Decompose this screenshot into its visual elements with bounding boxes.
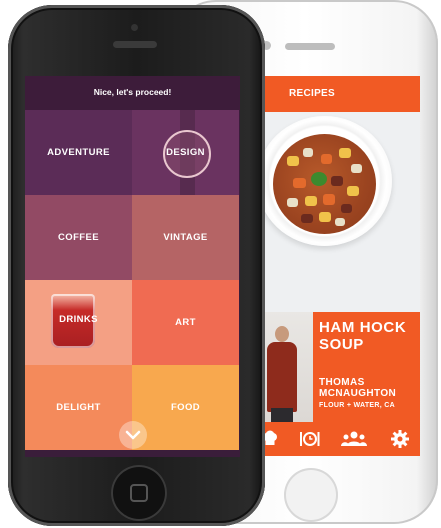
tab-bar [255, 422, 420, 456]
gear-icon[interactable] [389, 428, 411, 450]
recipe-title: HAM HOCK SOUP [319, 319, 407, 353]
soup-bowl-image [257, 116, 392, 246]
recipe-card[interactable]: HAM HOCK SOUP THOMAS MCNAUGHTON FLOUR + … [255, 312, 420, 422]
fork-clock-icon[interactable] [298, 428, 320, 450]
category-label: COFFEE [58, 232, 99, 243]
proceed-button[interactable] [119, 421, 147, 449]
recipe-author: THOMAS MCNAUGHTON [319, 377, 397, 399]
chevron-down-icon [125, 430, 141, 440]
recipes-header: RECIPES [255, 76, 420, 112]
category-label: DRINKS [59, 314, 98, 325]
interests-screen: Nice, let's proceed! ADVENTURE DESIGN CO… [25, 76, 240, 457]
category-design-label-wrap: DESIGN [132, 110, 239, 195]
category-label: DELIGHT [56, 402, 101, 413]
recipe-info: HAM HOCK SOUP THOMAS MCNAUGHTON FLOUR + … [313, 312, 420, 422]
category-coffee[interactable]: COFFEE [25, 195, 132, 280]
category-adventure[interactable]: ADVENTURE [25, 110, 132, 195]
soup-image [273, 134, 376, 234]
category-delight[interactable]: DELIGHT [25, 365, 132, 450]
people-icon[interactable] [341, 428, 367, 450]
recipe-photo[interactable] [255, 112, 420, 312]
black-phone-home-button[interactable] [111, 465, 167, 521]
black-phone-camera [131, 24, 138, 31]
recipe-location: FLOUR + WATER, CA [319, 402, 395, 409]
recipes-screen: RECIPES HAM HOCK SOUP THOMAS MCNAUGHTON … [255, 76, 420, 456]
interests-header: Nice, let's proceed! [25, 76, 240, 110]
category-vintage[interactable]: VINTAGE [132, 195, 239, 280]
category-label: ADVENTURE [47, 147, 110, 158]
white-phone-home-button[interactable] [284, 468, 338, 522]
category-food[interactable]: FOOD [132, 365, 239, 450]
category-label: FOOD [170, 402, 201, 413]
category-art[interactable]: ART [132, 280, 239, 365]
category-label: ART [175, 317, 196, 328]
black-phone-speaker [113, 41, 157, 48]
white-phone-speaker [285, 43, 335, 50]
category-label: VINTAGE [163, 232, 208, 243]
category-label: DESIGN [166, 147, 205, 158]
